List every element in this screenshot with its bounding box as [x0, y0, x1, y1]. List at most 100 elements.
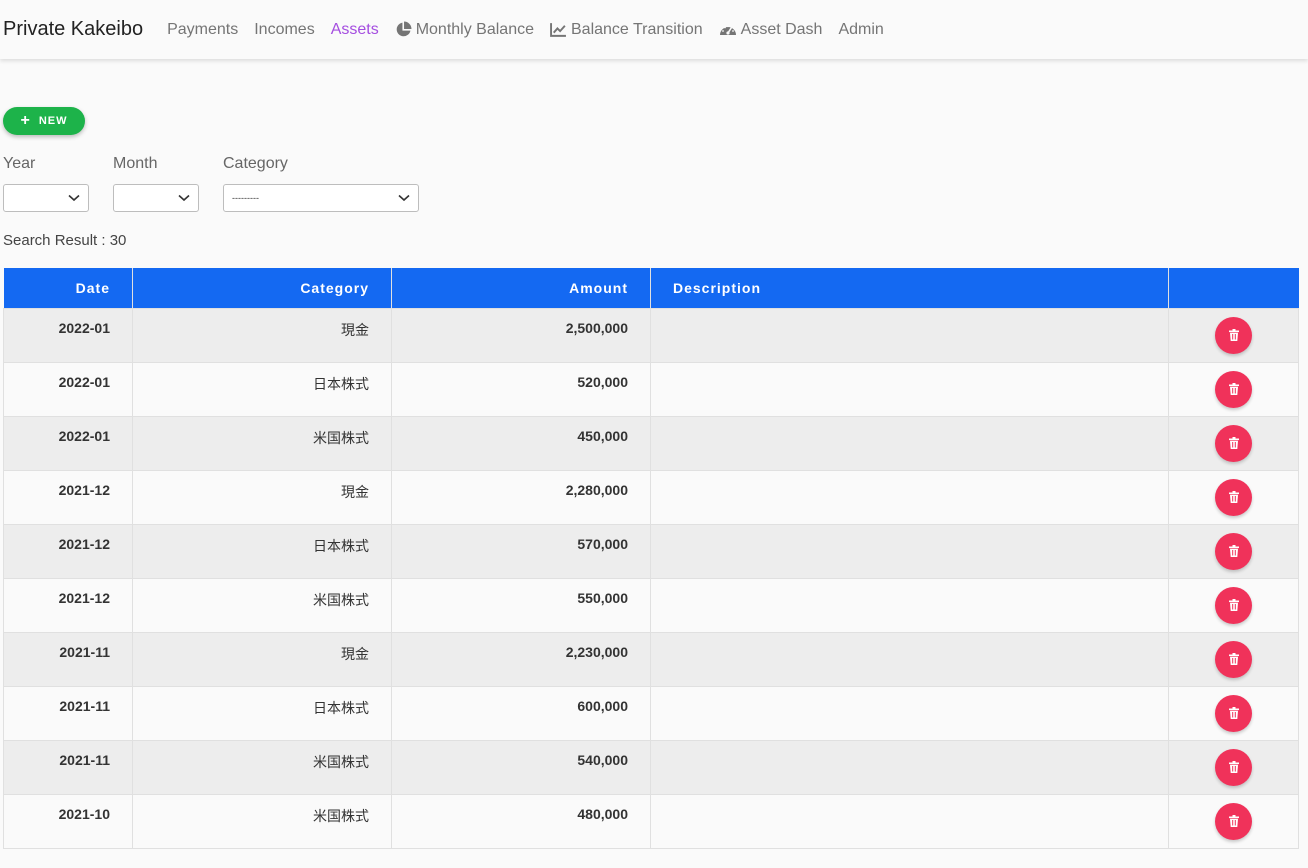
- delete-button[interactable]: [1215, 640, 1252, 678]
- trash-icon: [1228, 491, 1239, 503]
- nav-label: Monthly Balance: [415, 20, 534, 38]
- nav-payments[interactable]: Payments: [167, 21, 238, 39]
- nav-balance-transition[interactable]: Balance Transition: [550, 21, 703, 39]
- dashboard-icon: [719, 25, 736, 35]
- nav-label: Incomes: [254, 20, 315, 38]
- navbar: Private Kakeibo Payments Incomes Assets …: [0, 0, 1308, 59]
- date-cell: 2021-12: [3, 523, 133, 579]
- year-select[interactable]: [3, 184, 89, 212]
- delete-button[interactable]: [1215, 370, 1252, 408]
- amount-cell: 550,000: [391, 577, 651, 633]
- delete-button[interactable]: [1215, 586, 1252, 624]
- new-button-label: NEW: [38, 115, 68, 127]
- delete-button[interactable]: [1215, 802, 1252, 840]
- date-cell: 2021-11: [3, 739, 133, 795]
- description-cell: [650, 469, 1169, 525]
- table-row: 2021-11 米国株式 540,000: [3, 739, 1299, 795]
- date-cell: 2022-01: [3, 361, 133, 417]
- category-cell: 日本株式: [132, 361, 392, 417]
- delete-button[interactable]: [1215, 532, 1252, 570]
- delete-button[interactable]: [1215, 478, 1252, 516]
- delete-button[interactable]: [1215, 748, 1252, 786]
- plus-icon: +: [20, 112, 31, 129]
- trash-icon: [1228, 383, 1239, 395]
- nav-label: Admin: [838, 20, 884, 38]
- delete-button[interactable]: [1215, 424, 1252, 462]
- nav-label: Asset Dash: [740, 20, 823, 38]
- category-cell: 現金: [132, 307, 392, 363]
- nav-asset-dash[interactable]: Asset Dash: [719, 20, 823, 39]
- trash-icon: [1228, 329, 1239, 341]
- description-cell: [650, 307, 1169, 363]
- description-cell: [650, 685, 1169, 741]
- new-button[interactable]: + NEW: [3, 107, 85, 135]
- month-filter: Month: [113, 155, 199, 212]
- action-cell: [1168, 523, 1299, 579]
- amount-cell: 520,000: [391, 361, 651, 417]
- category-label: Category: [223, 155, 288, 172]
- action-cell: [1168, 793, 1299, 849]
- table-row: 2022-01 現金 2,500,000: [3, 307, 1299, 363]
- chevron-down-icon: [68, 194, 80, 202]
- year-label: Year: [3, 155, 36, 172]
- brand-title[interactable]: Private Kakeibo: [3, 18, 143, 41]
- table-row: 2021-11 日本株式 600,000: [3, 685, 1299, 741]
- trash-icon: [1228, 599, 1239, 611]
- category-cell: 現金: [132, 469, 392, 525]
- table-row: 2022-01 日本株式 520,000: [3, 361, 1299, 417]
- description-cell: [650, 415, 1169, 471]
- month-select[interactable]: [113, 184, 199, 212]
- main-content: + NEW Year Month Category --------- Sear: [0, 107, 1308, 849]
- delete-button[interactable]: [1215, 694, 1252, 732]
- header-date[interactable]: Date: [3, 268, 133, 308]
- chevron-down-icon: [178, 194, 190, 202]
- delete-button[interactable]: [1215, 316, 1252, 354]
- table-row: 2021-12 日本株式 570,000: [3, 523, 1299, 579]
- trash-icon: [1228, 437, 1239, 449]
- action-cell: [1168, 577, 1299, 633]
- header-amount[interactable]: Amount: [391, 268, 651, 308]
- description-cell: [650, 523, 1169, 579]
- action-cell: [1168, 307, 1299, 363]
- amount-cell: 480,000: [391, 793, 651, 849]
- year-filter: Year: [3, 155, 89, 212]
- nav-incomes[interactable]: Incomes: [254, 21, 314, 39]
- amount-cell: 570,000: [391, 523, 651, 579]
- search-result: Search Result : 30: [3, 232, 127, 249]
- assets-table: Date Category Amount Description 2022-01…: [3, 268, 1299, 849]
- nav-monthly-balance[interactable]: Monthly Balance: [395, 21, 534, 39]
- category-cell: 日本株式: [132, 685, 392, 741]
- description-cell: [650, 739, 1169, 795]
- action-cell: [1168, 361, 1299, 417]
- nav-label: Payments: [167, 20, 239, 38]
- category-cell: 日本株式: [132, 523, 392, 579]
- category-filter: Category ---------: [223, 155, 419, 212]
- amount-cell: 450,000: [391, 415, 651, 471]
- header-actions: [1168, 268, 1299, 308]
- description-cell: [650, 631, 1169, 687]
- category-select[interactable]: ---------: [223, 184, 419, 212]
- date-cell: 2021-11: [3, 631, 133, 687]
- filters: Year Month Category ---------: [3, 155, 1305, 212]
- header-description[interactable]: Description: [650, 268, 1169, 308]
- category-cell: 米国株式: [132, 793, 392, 849]
- action-cell: [1168, 631, 1299, 687]
- date-cell: 2021-11: [3, 685, 133, 741]
- month-label: Month: [113, 155, 158, 172]
- trash-icon: [1228, 815, 1239, 827]
- description-cell: [650, 577, 1169, 633]
- table-row: 2021-11 現金 2,230,000: [3, 631, 1299, 687]
- nav-admin[interactable]: Admin: [838, 21, 883, 39]
- category-cell: 米国株式: [132, 415, 392, 471]
- header-category[interactable]: Category: [132, 268, 392, 308]
- nav-assets[interactable]: Assets: [331, 21, 379, 39]
- action-cell: [1168, 469, 1299, 525]
- table-row: 2021-12 現金 2,280,000: [3, 469, 1299, 525]
- table-row: 2021-12 米国株式 550,000: [3, 577, 1299, 633]
- amount-cell: 2,500,000: [391, 307, 651, 363]
- description-cell: [650, 793, 1169, 849]
- amount-cell: 540,000: [391, 739, 651, 795]
- trash-icon: [1228, 761, 1239, 773]
- trash-icon: [1228, 707, 1239, 719]
- category-cell: 現金: [132, 631, 392, 687]
